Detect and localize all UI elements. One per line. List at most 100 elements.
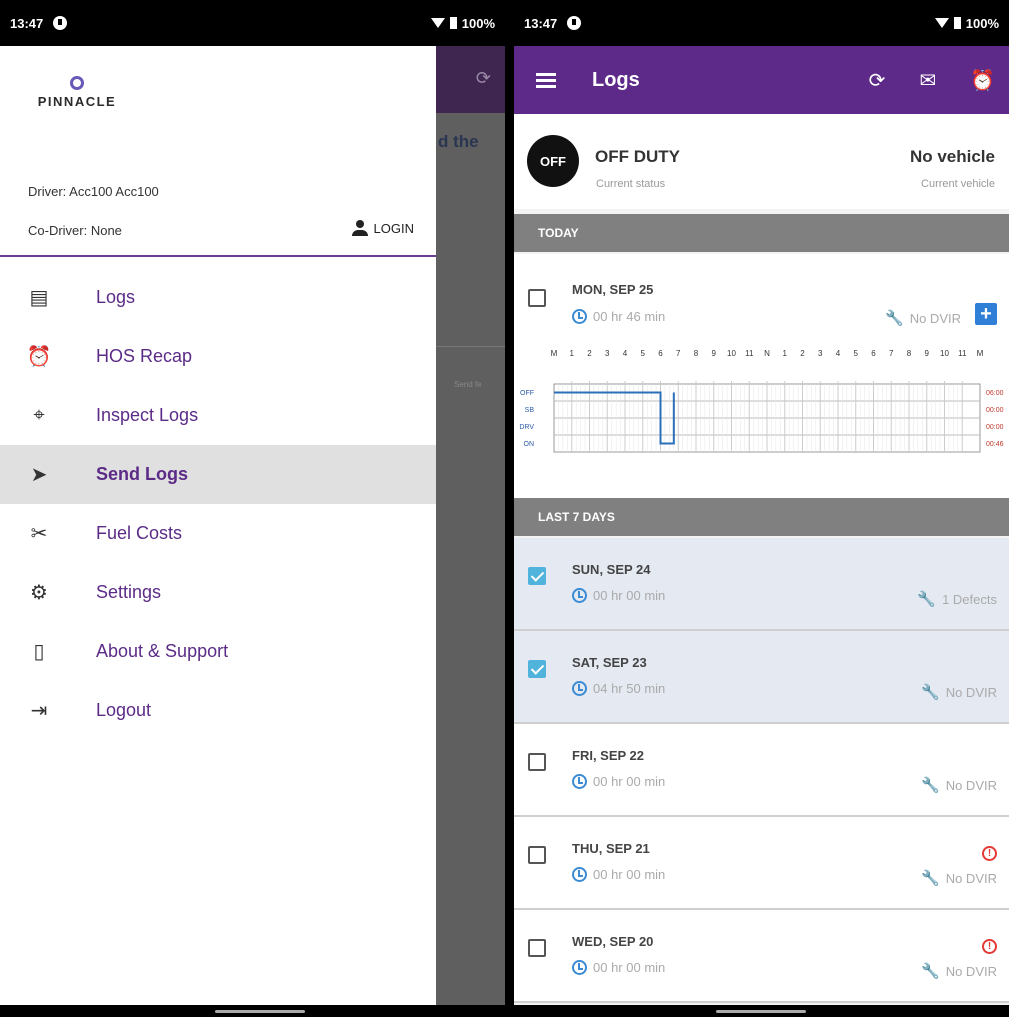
day-date: SAT, SEP 23 [572, 655, 647, 670]
menu-item-settings[interactable]: ⚙ Settings [0, 563, 436, 622]
page-title: Logs [592, 68, 640, 91]
day-checkbox[interactable] [528, 753, 546, 771]
hour-tick-label: 8 [907, 349, 912, 358]
hour-tick-label: 11 [958, 349, 967, 358]
menu-item-label: Settings [96, 582, 162, 602]
person-icon [351, 220, 368, 236]
alarm-icon[interactable]: ⏰ [970, 68, 995, 93]
hour-tick-label: 7 [676, 349, 681, 358]
hour-tick-label: 9 [925, 349, 930, 358]
day-checkbox[interactable] [528, 289, 546, 307]
menu-item-fuel-costs[interactable]: ✂ Fuel Costs [0, 504, 436, 563]
clock-icon [572, 867, 587, 882]
day-duration: 00 hr 00 min [572, 774, 665, 789]
battery-icon [449, 17, 457, 29]
day-log-row[interactable]: FRI, SEP 22 00 hr 00 min 🔧 No DVIR [514, 724, 1009, 817]
drawer-screen: 13:47 100% ⟳ d the Send fe PINNACLE Driv… [0, 0, 505, 1017]
scrim-text: d the [438, 132, 479, 151]
logs-screen: 13:47 100% Logs ⟳ ✉ ⏰ OFF OFF DUTY Curre… [514, 0, 1009, 1017]
app-bar: Logs ⟳ ✉ ⏰ [514, 46, 1009, 114]
mail-icon[interactable]: ✉ [919, 68, 936, 93]
warning-icon: ! [982, 939, 997, 954]
hour-tick-label: 4 [836, 349, 841, 358]
clock-icon [572, 309, 587, 324]
day-log-row[interactable]: SUN, SEP 24 00 hr 00 min 🔧 1 Defects [514, 538, 1009, 631]
logout-icon: ⇥ [30, 700, 48, 722]
hour-tick-label: 1 [783, 349, 788, 358]
dvir-text: No DVIR [909, 310, 961, 326]
hour-tick-label: 9 [712, 349, 717, 358]
battery-icon [953, 17, 961, 29]
day-date: FRI, SEP 22 [572, 748, 645, 763]
menu-item-label: Fuel Costs [96, 523, 183, 543]
day-duration-text: 00 hr 00 min [593, 588, 666, 603]
menu-item-hos-recap[interactable]: ⏰ HOS Recap [0, 327, 436, 386]
hour-tick-label: 5 [641, 349, 646, 358]
hour-tick-label: 6 [658, 349, 663, 358]
duty-status-badge: OFF [527, 135, 579, 187]
menu-item-label: Logout [96, 700, 152, 720]
dvir-text: 1 Defects [942, 591, 997, 607]
home-pill[interactable] [215, 1010, 305, 1013]
clock-icon [572, 774, 587, 789]
hour-tick-label: M [551, 349, 558, 358]
hour-tick-label: 11 [745, 349, 754, 358]
sync-icon[interactable]: ⟳ [869, 68, 886, 93]
drawer-menu: ▤ Logs ⏰ HOS Recap ⌖ Inspect Logs ➤ Send… [0, 268, 436, 740]
section-header-today: TODAY [514, 214, 1009, 252]
day-duration-text: 00 hr 46 min [593, 309, 666, 324]
vehicle-label: No vehicle [909, 147, 995, 166]
menu-item-about-support[interactable]: ▯ About & Support [0, 622, 436, 681]
status-row-total: 00:00 [986, 407, 1004, 414]
home-pill[interactable] [716, 1010, 806, 1013]
menu-item-logout[interactable]: ⇥ Logout [0, 681, 436, 740]
day-checkbox[interactable] [528, 846, 546, 864]
dvir-text: No DVIR [945, 777, 997, 793]
day-checkbox[interactable] [528, 660, 546, 678]
day-checkbox[interactable] [528, 939, 546, 957]
hour-tick-label: 7 [889, 349, 894, 358]
day-duration-text: 00 hr 00 min [593, 960, 666, 975]
scrim-appbar: ⟳ [436, 46, 505, 113]
hour-tick-label: 10 [940, 349, 949, 358]
menu-item-logs[interactable]: ▤ Logs [0, 268, 436, 327]
day-duration: 00 hr 00 min [572, 867, 665, 882]
status-bar: 13:47 100% [514, 0, 1009, 46]
status-row-label: ON [524, 441, 535, 448]
fuel-icon: ✂ [30, 523, 48, 545]
day-duration: 00 hr 00 min [572, 588, 665, 603]
menu-item-inspect-logs[interactable]: ⌖ Inspect Logs [0, 386, 436, 445]
dvir-text: No DVIR [945, 963, 997, 979]
hour-tick-label: 6 [871, 349, 876, 358]
hour-tick-label: 2 [800, 349, 805, 358]
alarm-icon: ⏰ [26, 346, 52, 368]
wifi-icon [430, 18, 445, 28]
clock-icon [572, 588, 587, 603]
logo-text: PINNACLE [37, 94, 117, 109]
gear-icon: ⚙ [30, 582, 48, 604]
day-log-row[interactable]: WED, SEP 20 00 hr 00 min! 🔧 No DVIR [514, 910, 1009, 1003]
menu-item-label: Logs [96, 287, 136, 307]
dvir-status: 🔧 No DVIR [921, 683, 997, 701]
add-dvir-button[interactable]: + [975, 303, 997, 325]
day-log-row[interactable]: SAT, SEP 23 04 hr 50 min 🔧 No DVIR [514, 631, 1009, 724]
vehicle-caption: Current vehicle [921, 178, 995, 190]
wrench-icon: 🔧 [921, 870, 940, 887]
pinnacle-logo: PINNACLE [22, 76, 132, 109]
drawer-scrim[interactable]: ⟳ d the Send fe [436, 46, 505, 1005]
menu-item-label: HOS Recap [96, 346, 193, 366]
hos-graph[interactable]: M 1 2 3 4 5 6 7 8 9 10 11 N 1 2 3 4 5 6 7 8 9 10 11 M OFF 06:00 SB 0… [514, 346, 1009, 466]
menu-item-send-logs[interactable]: ➤ Send Logs [0, 445, 436, 504]
day-log-row[interactable]: THU, SEP 21 00 hr 00 min! 🔧 No DVIR [514, 817, 1009, 910]
day-date: MON, SEP 25 [572, 282, 654, 297]
hamburger-menu-icon[interactable] [536, 72, 556, 88]
logo-mark-icon [70, 76, 84, 90]
login-button[interactable]: LOGIN [351, 220, 414, 236]
dvir-text: No DVIR [945, 684, 997, 700]
duty-status-card[interactable]: OFF OFF DUTY Current status No vehicle C… [514, 114, 1009, 209]
wrench-icon: 🔧 [885, 310, 904, 327]
day-checkbox[interactable] [528, 567, 546, 585]
phone-icon: ▯ [33, 641, 45, 663]
today-log-card[interactable]: MON, SEP 25 00 hr 46 min 🔧 No DVIR + M 1 2… [514, 254, 1009, 498]
system-nav-bar [514, 1005, 1009, 1017]
